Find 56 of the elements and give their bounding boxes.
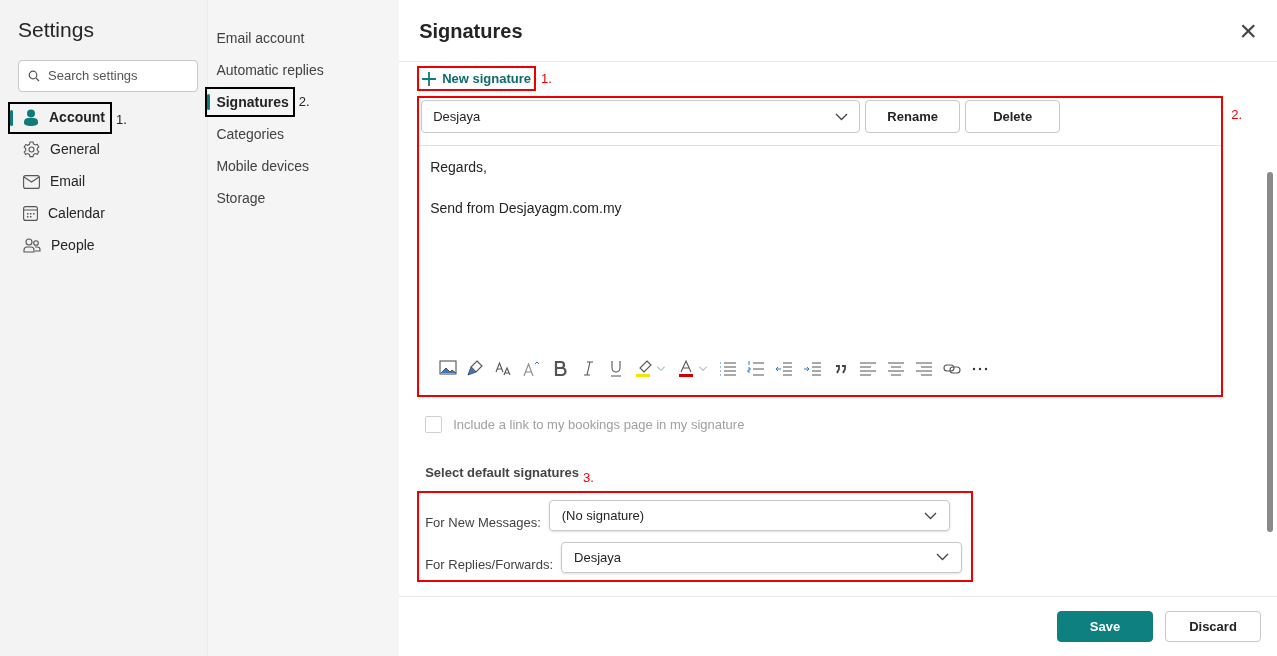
- nav-item[interactable]: Email: [8, 165, 92, 198]
- nav-item[interactable]: People: [8, 229, 102, 262]
- people-icon: [23, 238, 41, 253]
- plus-icon: [422, 71, 437, 86]
- chevron-down-icon: [835, 112, 849, 121]
- close-button[interactable]: ×: [1239, 15, 1257, 46]
- text-line: Regards,: [430, 158, 488, 177]
- subnav-item[interactable]: Signatures: [205, 87, 295, 117]
- annotation-number: 1.: [116, 110, 127, 129]
- nav-item[interactable]: Calendar: [8, 197, 112, 230]
- chevron-down-icon: [936, 553, 950, 562]
- align-center-icon[interactable]: [887, 359, 906, 378]
- checkbox-label: Include a link to my bookings page in my signature: [453, 416, 745, 434]
- signature-text-area[interactable]: Regards, Send from Desjayagm.com.my: [419, 146, 1222, 359]
- envelope-icon: [23, 174, 40, 189]
- field-label: For Replies/Forwards:: [425, 555, 554, 574]
- search-icon: [28, 69, 40, 82]
- nav-item[interactable]: Account: [8, 101, 112, 134]
- annotation-number: 3.: [583, 468, 594, 487]
- grow-font-icon[interactable]: [523, 359, 542, 378]
- chevron-down-icon: [923, 511, 937, 520]
- panel-title: Signatures: [419, 18, 523, 44]
- search-field[interactable]: Search settings: [18, 59, 198, 92]
- decrease-indent-icon[interactable]: [775, 359, 794, 378]
- signature-dropdown[interactable]: Desjaya: [561, 541, 963, 573]
- editor-button[interactable]: Delete: [965, 100, 1061, 133]
- font-color-icon[interactable]: [677, 359, 696, 378]
- gear-icon: [23, 141, 40, 158]
- subnav-item[interactable]: Email account: [205, 23, 311, 53]
- image-icon[interactable]: [439, 359, 458, 378]
- new-signature-button[interactable]: New signature: [417, 66, 536, 91]
- signature-dropdown[interactable]: (No signature): [548, 500, 950, 532]
- field-label: For New Messages:: [425, 514, 541, 532]
- editor-button[interactable]: Rename: [865, 100, 961, 133]
- subnav-item[interactable]: Categories: [205, 119, 291, 149]
- person-icon: [23, 109, 39, 126]
- discard-button[interactable]: Discard: [1165, 611, 1261, 642]
- text-line: Send from Desjayagm.com.my: [430, 199, 623, 218]
- subnav-item[interactable]: Automatic replies: [205, 55, 330, 85]
- align-left-icon[interactable]: [859, 359, 878, 378]
- settings-title: Settings: [17, 17, 95, 43]
- signature-dropdown[interactable]: Desjaya: [421, 100, 861, 133]
- save-button[interactable]: Save: [1057, 611, 1153, 642]
- subnav-item[interactable]: Storage: [205, 183, 272, 213]
- section-heading: Select default signatures: [425, 463, 580, 482]
- align-right-icon[interactable]: [915, 359, 934, 378]
- numbered-list-icon[interactable]: [747, 359, 766, 378]
- calendar-icon: [23, 206, 38, 221]
- highlighter-icon[interactable]: [635, 359, 654, 378]
- subnav-item[interactable]: Mobile devices: [205, 151, 315, 181]
- annotation-number: 2.: [298, 93, 310, 112]
- bullet-list-icon[interactable]: [719, 359, 738, 378]
- annotation-number: 1.: [541, 69, 552, 88]
- nav-item[interactable]: General: [8, 133, 107, 166]
- annotation-number: 2.: [1231, 106, 1242, 124]
- increase-indent-icon[interactable]: [803, 359, 822, 378]
